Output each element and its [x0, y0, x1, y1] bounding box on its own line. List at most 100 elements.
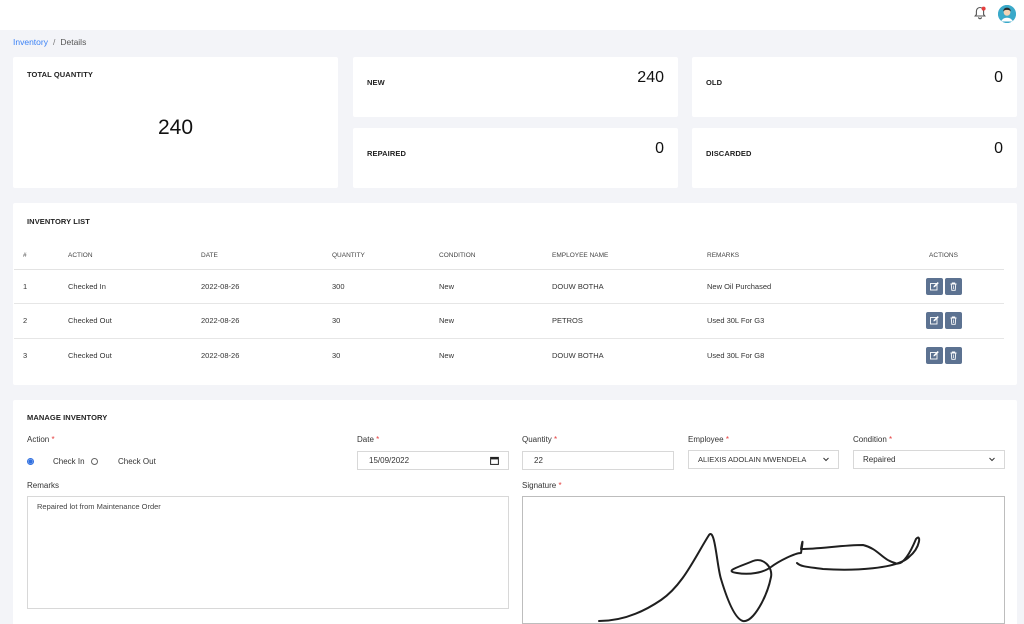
- discarded-label: DISCARDED: [706, 149, 752, 158]
- required-mark: *: [554, 435, 558, 444]
- new-label: NEW: [367, 78, 385, 87]
- row-action: Checked In: [59, 269, 192, 304]
- check-in-radio[interactable]: [27, 458, 34, 465]
- row-employee: DOUW BOTHA: [552, 351, 604, 360]
- date-input[interactable]: 15/09/2022: [357, 451, 509, 470]
- condition-value: Repaired: [863, 455, 896, 464]
- required-mark: *: [558, 481, 562, 490]
- action-label: Action *: [27, 435, 55, 444]
- delete-button[interactable]: [944, 347, 962, 364]
- total-quantity-label: TOTAL QUANTITY: [27, 70, 93, 79]
- row-number: 3: [23, 351, 28, 360]
- quantity-label: Quantity *: [522, 435, 558, 444]
- new-card: NEW 240: [353, 57, 678, 117]
- row-action: Checked Out: [59, 303, 192, 339]
- delete-button[interactable]: [944, 277, 962, 295]
- quantity-input[interactable]: 22: [522, 451, 674, 470]
- column-header: DATE: [192, 242, 323, 270]
- row-date: 2022-08-26: [192, 303, 323, 339]
- delete-button[interactable]: [944, 312, 962, 330]
- trash-icon: [950, 316, 956, 325]
- required-mark: *: [376, 435, 380, 444]
- row-quantity: 30: [323, 303, 430, 339]
- old-card: OLD 0: [692, 57, 1017, 117]
- calendar-icon[interactable]: [490, 456, 499, 465]
- repaired-card: REPAIRED 0: [353, 128, 678, 188]
- row-employee: DOUW BOTHA: [543, 269, 698, 304]
- row-employee: PETROS: [543, 303, 698, 339]
- quantity-value: 22: [534, 456, 543, 465]
- breadcrumb: Inventory / Details: [13, 37, 86, 47]
- inventory-list-title: INVENTORY LIST: [27, 217, 90, 226]
- remarks-textarea[interactable]: Repaired lot from Maintenance Order: [27, 496, 509, 609]
- edit-button[interactable]: [925, 347, 943, 364]
- check-out-radio[interactable]: [91, 458, 98, 465]
- row-number: 2: [14, 303, 59, 339]
- check-in-label[interactable]: Check In: [53, 457, 85, 466]
- row-quantity: 30: [332, 351, 341, 360]
- check-out-label[interactable]: Check Out: [118, 457, 156, 466]
- table-row: 2 Checked Out 2022-08-26 30 New PETROS U…: [14, 303, 1004, 339]
- total-quantity-card: TOTAL QUANTITY 240: [13, 57, 338, 188]
- repaired-label: REPAIRED: [367, 149, 406, 158]
- column-header: ACTION: [59, 242, 192, 270]
- table-row: 1 Checked In 2022-08-26 300 New DOUW BOT…: [14, 269, 1004, 304]
- trash-icon: [950, 351, 956, 360]
- row-action: Checked Out: [68, 351, 112, 360]
- employee-select[interactable]: ALIEXIS ADOLAIN MWENDELA: [688, 450, 839, 469]
- signature-label: Signature *: [522, 481, 562, 490]
- edit-icon: [929, 351, 939, 360]
- employee-value: ALIEXIS ADOLAIN MWENDELA: [698, 455, 807, 464]
- top-bar: [0, 0, 1024, 30]
- required-mark: *: [725, 435, 729, 444]
- required-mark: *: [889, 435, 893, 444]
- row-number: 1: [14, 269, 59, 304]
- chevron-down-icon: [989, 457, 995, 462]
- row-condition: New: [439, 351, 455, 360]
- row-condition: New: [430, 269, 543, 304]
- column-header: QUANTITY: [323, 242, 430, 270]
- date-value: 15/09/2022: [369, 456, 410, 465]
- row-condition: New: [430, 303, 543, 339]
- old-value: 0: [994, 69, 1003, 86]
- manage-inventory-title: MANAGE INVENTORY: [27, 413, 108, 422]
- discarded-value: 0: [994, 140, 1003, 157]
- row-remarks: Used 30L For G3: [698, 303, 883, 339]
- date-label: Date *: [357, 435, 380, 444]
- column-header: EMPLOYEE NAME: [543, 242, 698, 270]
- bell-icon[interactable]: [972, 5, 988, 21]
- new-value: 240: [637, 69, 664, 86]
- breadcrumb-separator: /: [52, 37, 56, 47]
- edit-icon: [929, 316, 939, 325]
- breadcrumb-inventory-link[interactable]: Inventory: [13, 37, 48, 47]
- user-avatar[interactable]: [998, 5, 1016, 23]
- condition-select[interactable]: Repaired: [853, 450, 1005, 469]
- column-header: ACTIONS: [883, 242, 1004, 270]
- chevron-down-icon: [823, 457, 829, 462]
- inventory-table: # ACTION DATE QUANTITY CONDITION EMPLOYE…: [14, 242, 1004, 373]
- repaired-value: 0: [655, 140, 664, 157]
- remarks-label: Remarks: [27, 481, 60, 490]
- edit-button[interactable]: [925, 277, 943, 295]
- condition-label: Condition *: [853, 435, 893, 444]
- row-remarks: New Oil Purchased: [698, 269, 883, 304]
- row-actions: [883, 303, 1004, 339]
- employee-label: Employee *: [688, 435, 729, 444]
- row-actions: [883, 338, 1004, 373]
- table-header-row: # ACTION DATE QUANTITY CONDITION EMPLOYE…: [14, 242, 1004, 270]
- column-header: CONDITION: [430, 242, 543, 270]
- required-mark: *: [51, 435, 55, 444]
- row-date: 2022-08-26: [192, 269, 323, 304]
- row-date: 2022-08-26: [201, 351, 240, 360]
- signature-pad[interactable]: [522, 496, 1005, 624]
- row-actions: [883, 269, 1004, 304]
- discarded-card: DISCARDED 0: [692, 128, 1017, 188]
- signature-drawing: [598, 533, 921, 622]
- column-header: REMARKS: [698, 242, 883, 270]
- edit-icon: [929, 281, 939, 291]
- edit-button[interactable]: [925, 312, 943, 330]
- trash-icon: [950, 282, 956, 291]
- row-remarks: Used 30L For G8: [707, 351, 765, 360]
- column-header: #: [14, 242, 59, 270]
- total-quantity-value: 240: [157, 116, 194, 139]
